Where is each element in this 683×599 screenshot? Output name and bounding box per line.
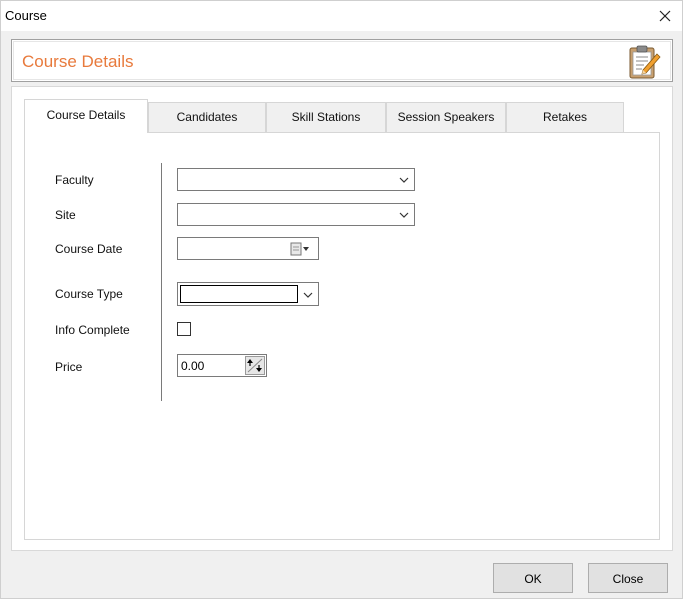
price-spinner[interactable] [245,356,265,375]
tab-course-details[interactable]: Course Details [24,99,148,133]
course-details-page: Faculty Site Course Date Course Type Inf… [24,132,660,540]
chevron-down-icon [399,212,409,218]
spin-arrows-icon [247,358,263,373]
price-label: Price [55,360,83,374]
calendar-dropdown-icon[interactable] [290,242,310,256]
site-select[interactable] [177,203,415,226]
close-window-button[interactable] [651,4,679,28]
close-button[interactable]: Close [588,563,668,593]
price-value: 0.00 [181,359,205,373]
course-dialog: Course Course Details Course Details Can… [0,0,683,599]
course-date-label: Course Date [55,242,123,256]
faculty-select[interactable] [177,168,415,191]
header-panel: Course Details [11,39,673,82]
title-bar: Course [1,1,682,31]
site-label: Site [55,208,76,222]
course-type-value[interactable] [180,285,298,303]
tab-label: Candidates [176,110,238,124]
course-type-label: Course Type [55,287,123,301]
close-icon [659,10,671,22]
form-divider [161,163,162,401]
tab-retakes[interactable]: Retakes [506,102,624,132]
tab-label: Skill Stations [291,110,361,124]
price-input[interactable]: 0.00 [177,354,267,377]
faculty-label: Faculty [55,173,94,187]
tab-session-speakers[interactable]: Session Speakers [386,102,506,132]
tab-skill-stations[interactable]: Skill Stations [266,102,386,132]
course-type-select[interactable] [177,282,319,306]
header-title: Course Details [22,52,134,71]
course-date-picker[interactable] [177,237,319,260]
window-title: Course [5,8,47,23]
tab-candidates[interactable]: Candidates [148,102,266,132]
tab-label: Course Details [46,108,126,122]
ok-button[interactable]: OK [493,563,573,593]
chevron-down-icon [303,292,313,298]
content-panel: Course Details Candidates Skill Stations… [11,86,673,551]
chevron-down-icon [399,177,409,183]
tab-label: Session Speakers [397,110,495,124]
info-complete-checkbox[interactable] [177,322,191,336]
info-complete-label: Info Complete [55,323,130,337]
clipboard-edit-icon [629,45,661,79]
tab-label: Retakes [542,110,588,124]
dialog-client-area: Course Details Course Details Candidates [1,31,682,598]
